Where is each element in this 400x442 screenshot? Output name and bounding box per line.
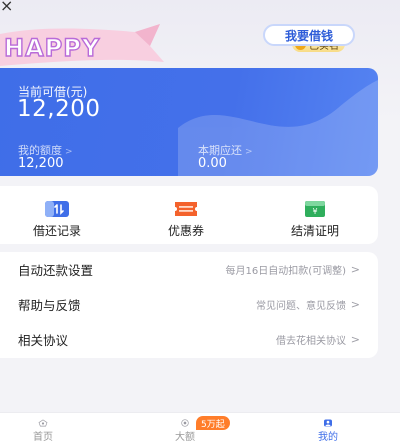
records-icon xyxy=(45,201,69,217)
menu-row-description: 借去花相关协议 xyxy=(276,336,346,347)
menu-row-auto-repay[interactable]: 自动还款设置 每月16日自动扣款(可调整) > xyxy=(0,252,378,287)
quick-action-settlement[interactable]: ¥ 结清证明 xyxy=(260,186,370,244)
quick-action-label: 借还记录 xyxy=(32,224,81,238)
profile-icon xyxy=(324,419,332,427)
menu-row-description: 常见问题、意见反馈 xyxy=(256,301,346,312)
quick-action-records[interactable]: 借还记录 xyxy=(2,186,112,244)
quick-action-label: 结清证明 xyxy=(290,224,339,238)
certificate-icon: ¥ xyxy=(305,201,325,217)
chevron-right-icon: > xyxy=(65,147,73,157)
borrow-money-button[interactable]: 我要借钱 xyxy=(263,24,355,46)
quick-action-label: 优惠券 xyxy=(167,224,204,238)
tab-label: 大额 xyxy=(175,432,195,442)
home-icon xyxy=(38,419,48,427)
menu-row-help-feedback[interactable]: 帮助与反馈 常见问题、意见反馈 > xyxy=(0,287,378,322)
large-loan-icon xyxy=(181,419,189,427)
chevron-right-icon: > xyxy=(350,333,360,346)
back-icon[interactable]: × xyxy=(0,0,13,15)
loan-card: 当前可借(元) 12,200 我的额度 > 12,200 本期应还 > 0.00 xyxy=(0,68,378,176)
happy-ribbon-banner: HAPPY xyxy=(0,24,164,66)
menu-row-agreements[interactable]: 相关协议 借去花相关协议 > xyxy=(0,322,378,357)
chevron-right-icon: > xyxy=(350,263,360,276)
chevron-right-icon: > xyxy=(245,147,253,157)
credit-limit-value: 12,200 xyxy=(18,156,64,171)
quick-action-coupons[interactable]: 优惠券 xyxy=(131,186,241,244)
menu-row-title: 相关协议 xyxy=(18,333,69,348)
quick-actions-card: 借还记录 优惠券 ¥ 结清证明 xyxy=(0,186,378,244)
tab-profile[interactable]: 我的 xyxy=(288,413,368,442)
promo-badge: 5万起 xyxy=(196,416,230,430)
menu-row-title: 帮助与反馈 xyxy=(18,298,81,313)
tab-home[interactable]: 首页 xyxy=(3,413,83,442)
chevron-right-icon: > xyxy=(350,298,360,311)
menu-row-description: 每月16日自动扣款(可调整) xyxy=(225,266,346,277)
ribbon-text: HAPPY xyxy=(4,34,100,62)
tab-label: 我的 xyxy=(318,432,338,442)
settings-menu-card: 自动还款设置 每月16日自动扣款(可调整) > 帮助与反馈 常见问题、意见反馈 … xyxy=(0,252,378,358)
menu-row-title: 自动还款设置 xyxy=(18,263,94,278)
available-amount: 12,200 xyxy=(17,96,101,122)
svg-text:¥: ¥ xyxy=(312,207,317,216)
tab-label: 首页 xyxy=(33,432,53,442)
coupon-icon xyxy=(175,202,197,216)
amount-due-value: 0.00 xyxy=(198,156,227,171)
